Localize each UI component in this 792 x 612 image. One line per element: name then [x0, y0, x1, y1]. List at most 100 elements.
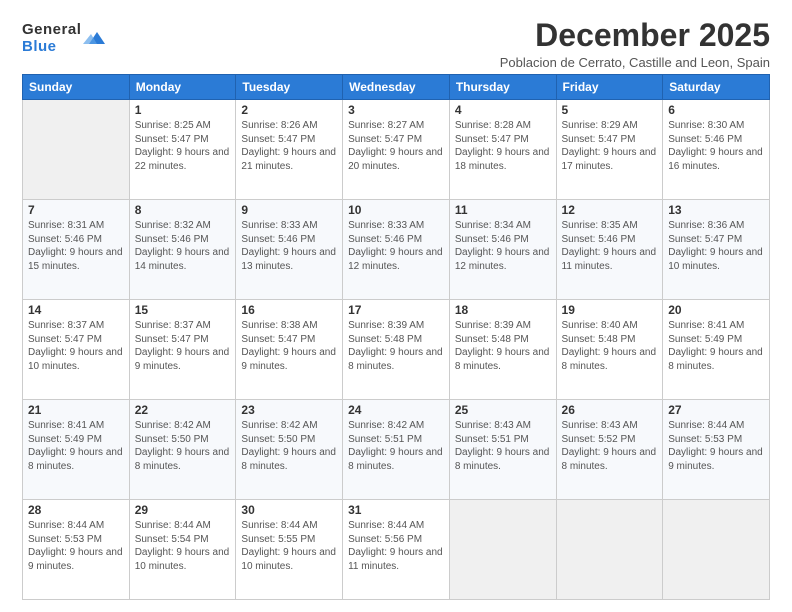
- day-number: 22: [135, 403, 231, 417]
- day-number: 4: [455, 103, 551, 117]
- calendar-week-4: 21Sunrise: 8:41 AMSunset: 5:49 PMDayligh…: [23, 400, 770, 500]
- calendar-cell: [556, 500, 663, 600]
- calendar-cell: 10 Sunrise: 8:33 AMSunset: 5:46 PMDayligh…: [343, 200, 450, 300]
- calendar-cell: 22 Sunrise: 8:42 AMSunset: 5:50 PMDayligh…: [129, 400, 236, 500]
- day-number: 12: [562, 203, 658, 217]
- calendar-cell: 2 Sunrise: 8:26 AMSunset: 5:47 PMDaylight…: [236, 100, 343, 200]
- calendar-cell: 20 Sunrise: 8:41 AMSunset: 5:49 PMDayligh…: [663, 300, 770, 400]
- col-sunday: Sunday: [23, 75, 130, 100]
- calendar-cell: 24 Sunrise: 8:42 AMSunset: 5:51 PMDayligh…: [343, 400, 450, 500]
- day-info: Sunrise: 8:33 AMSunset: 5:46 PMDaylight:…: [348, 219, 444, 273]
- day-number: 15: [135, 303, 231, 317]
- calendar-cell: 25 Sunrise: 8:43 AMSunset: 5:51 PMDayligh…: [449, 400, 556, 500]
- day-info: Sunrise: 8:28 AMSunset: 5:47 PMDaylight:…: [455, 119, 551, 173]
- day-info: Sunrise: 8:44 AMSunset: 5:54 PMDaylight:…: [135, 519, 231, 573]
- day-number: 23: [241, 403, 337, 417]
- calendar-cell: 8 Sunrise: 8:32 AMSunset: 5:46 PMDaylight…: [129, 200, 236, 300]
- logo-blue: Blue: [22, 39, 81, 56]
- logo-icon: [83, 26, 105, 48]
- calendar-cell: 31 Sunrise: 8:44 AMSunset: 5:56 PMDayligh…: [343, 500, 450, 600]
- location-subtitle: Poblacion de Cerrato, Castille and Leon,…: [500, 55, 770, 70]
- calendar-cell: 4 Sunrise: 8:28 AMSunset: 5:47 PMDaylight…: [449, 100, 556, 200]
- day-number: 6: [668, 103, 764, 117]
- calendar-cell: 17Sunrise: 8:39 AMSunset: 5:48 PMDayligh…: [343, 300, 450, 400]
- logo-text: General Blue: [22, 22, 81, 55]
- calendar-cell: 26Sunrise: 8:43 AMSunset: 5:52 PMDayligh…: [556, 400, 663, 500]
- calendar-cell: 30Sunrise: 8:44 AMSunset: 5:55 PMDayligh…: [236, 500, 343, 600]
- day-number: 1: [135, 103, 231, 117]
- calendar-cell: 3Sunrise: 8:27 AMSunset: 5:47 PMDaylight…: [343, 100, 450, 200]
- title-block: December 2025 Poblacion de Cerrato, Cast…: [500, 18, 770, 70]
- col-friday: Friday: [556, 75, 663, 100]
- day-info: Sunrise: 8:38 AMSunset: 5:47 PMDaylight:…: [241, 319, 337, 373]
- day-info: Sunrise: 8:26 AMSunset: 5:47 PMDaylight:…: [241, 119, 337, 173]
- day-number: 5: [562, 103, 658, 117]
- calendar-cell: 7Sunrise: 8:31 AMSunset: 5:46 PMDaylight…: [23, 200, 130, 300]
- calendar-cell: 14Sunrise: 8:37 AMSunset: 5:47 PMDayligh…: [23, 300, 130, 400]
- calendar-cell: 11 Sunrise: 8:34 AMSunset: 5:46 PMDayligh…: [449, 200, 556, 300]
- day-info: Sunrise: 8:42 AMSunset: 5:51 PMDaylight:…: [348, 419, 444, 473]
- day-info: Sunrise: 8:41 AMSunset: 5:49 PMDaylight:…: [668, 319, 764, 373]
- col-wednesday: Wednesday: [343, 75, 450, 100]
- calendar-cell: 21Sunrise: 8:41 AMSunset: 5:49 PMDayligh…: [23, 400, 130, 500]
- day-info: Sunrise: 8:44 AMSunset: 5:56 PMDaylight:…: [348, 519, 444, 573]
- col-monday: Monday: [129, 75, 236, 100]
- calendar-cell: 16 Sunrise: 8:38 AMSunset: 5:47 PMDayligh…: [236, 300, 343, 400]
- col-tuesday: Tuesday: [236, 75, 343, 100]
- day-number: 27: [668, 403, 764, 417]
- day-info: Sunrise: 8:43 AMSunset: 5:52 PMDaylight:…: [562, 419, 658, 473]
- calendar-cell: 28Sunrise: 8:44 AMSunset: 5:53 PMDayligh…: [23, 500, 130, 600]
- calendar-cell: 27 Sunrise: 8:44 AMSunset: 5:53 PMDayligh…: [663, 400, 770, 500]
- header: General Blue December 2025 Poblacion de …: [22, 18, 770, 70]
- day-info: Sunrise: 8:40 AMSunset: 5:48 PMDaylight:…: [562, 319, 658, 373]
- day-info: Sunrise: 8:44 AMSunset: 5:53 PMDaylight:…: [668, 419, 764, 473]
- day-number: 2: [241, 103, 337, 117]
- calendar-cell: 1 Sunrise: 8:25 AMSunset: 5:47 PMDaylight…: [129, 100, 236, 200]
- day-number: 10: [348, 203, 444, 217]
- calendar-week-3: 14Sunrise: 8:37 AMSunset: 5:47 PMDayligh…: [23, 300, 770, 400]
- day-info: Sunrise: 8:27 AMSunset: 5:47 PMDaylight:…: [348, 119, 444, 173]
- calendar-cell: 5Sunrise: 8:29 AMSunset: 5:47 PMDaylight…: [556, 100, 663, 200]
- day-number: 14: [28, 303, 124, 317]
- calendar-cell: [449, 500, 556, 600]
- day-number: 17: [348, 303, 444, 317]
- day-info: Sunrise: 8:31 AMSunset: 5:46 PMDaylight:…: [28, 219, 124, 273]
- day-number: 29: [135, 503, 231, 517]
- day-info: Sunrise: 8:35 AMSunset: 5:46 PMDaylight:…: [562, 219, 658, 273]
- day-info: Sunrise: 8:36 AMSunset: 5:47 PMDaylight:…: [668, 219, 764, 273]
- day-number: 20: [668, 303, 764, 317]
- day-number: 11: [455, 203, 551, 217]
- logo-general: General: [22, 22, 81, 39]
- calendar-cell: 9 Sunrise: 8:33 AMSunset: 5:46 PMDaylight…: [236, 200, 343, 300]
- day-number: 24: [348, 403, 444, 417]
- calendar-cell: 15Sunrise: 8:37 AMSunset: 5:47 PMDayligh…: [129, 300, 236, 400]
- calendar-cell: 12 Sunrise: 8:35 AMSunset: 5:46 PMDayligh…: [556, 200, 663, 300]
- day-number: 18: [455, 303, 551, 317]
- day-number: 19: [562, 303, 658, 317]
- calendar-cell: [663, 500, 770, 600]
- day-info: Sunrise: 8:43 AMSunset: 5:51 PMDaylight:…: [455, 419, 551, 473]
- day-number: 13: [668, 203, 764, 217]
- day-info: Sunrise: 8:25 AMSunset: 5:47 PMDaylight:…: [135, 119, 231, 173]
- calendar-cell: [23, 100, 130, 200]
- day-number: 28: [28, 503, 124, 517]
- calendar-cell: 13 Sunrise: 8:36 AMSunset: 5:47 PMDayligh…: [663, 200, 770, 300]
- day-info: Sunrise: 8:32 AMSunset: 5:46 PMDaylight:…: [135, 219, 231, 273]
- day-info: Sunrise: 8:39 AMSunset: 5:48 PMDaylight:…: [455, 319, 551, 373]
- day-info: Sunrise: 8:42 AMSunset: 5:50 PMDaylight:…: [241, 419, 337, 473]
- calendar-table: Sunday Monday Tuesday Wednesday Thursday…: [22, 74, 770, 600]
- col-thursday: Thursday: [449, 75, 556, 100]
- day-info: Sunrise: 8:33 AMSunset: 5:46 PMDaylight:…: [241, 219, 337, 273]
- day-info: Sunrise: 8:41 AMSunset: 5:49 PMDaylight:…: [28, 419, 124, 473]
- calendar-week-5: 28Sunrise: 8:44 AMSunset: 5:53 PMDayligh…: [23, 500, 770, 600]
- logo: General Blue: [22, 22, 105, 55]
- day-number: 25: [455, 403, 551, 417]
- day-info: Sunrise: 8:42 AMSunset: 5:50 PMDaylight:…: [135, 419, 231, 473]
- page: General Blue December 2025 Poblacion de …: [0, 0, 792, 612]
- day-number: 31: [348, 503, 444, 517]
- day-number: 8: [135, 203, 231, 217]
- day-number: 9: [241, 203, 337, 217]
- day-number: 16: [241, 303, 337, 317]
- day-info: Sunrise: 8:44 AMSunset: 5:55 PMDaylight:…: [241, 519, 337, 573]
- day-info: Sunrise: 8:34 AMSunset: 5:46 PMDaylight:…: [455, 219, 551, 273]
